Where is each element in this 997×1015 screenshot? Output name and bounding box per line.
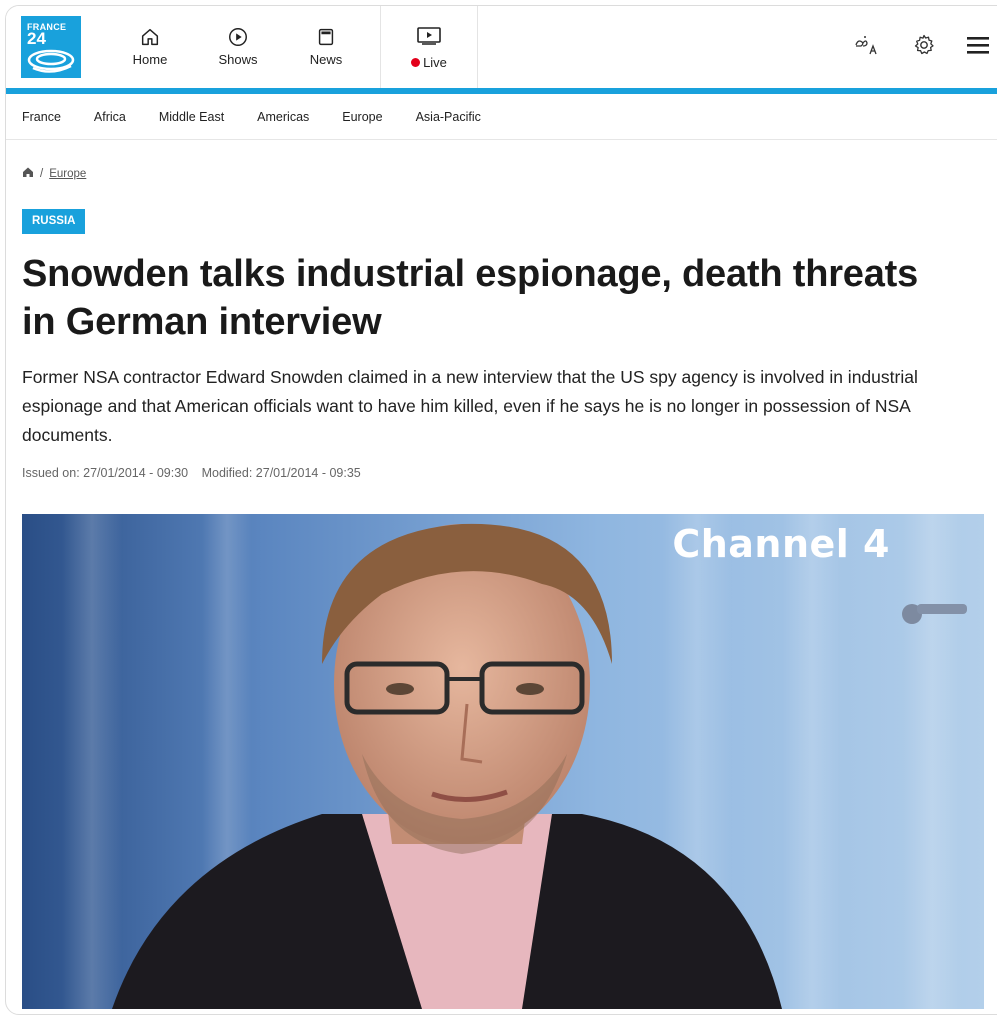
site-header: FRANCE 24 Home Shows News Live: [6, 6, 997, 88]
hamburger-menu-icon[interactable]: [966, 35, 990, 55]
home-icon[interactable]: [22, 166, 34, 181]
region-nav: France Africa Middle East Americas Europ…: [6, 94, 997, 140]
nav-home-label: Home: [132, 52, 168, 67]
breadcrumb: / Europe: [22, 166, 86, 181]
nav-news[interactable]: News: [282, 6, 370, 88]
article-dates: Issued on: 27/01/2014 - 09:30 Modified: …: [22, 466, 371, 480]
region-link-africa[interactable]: Africa: [94, 110, 126, 124]
region-link-asia-pacific[interactable]: Asia-Pacific: [416, 110, 481, 124]
home-icon: [139, 26, 161, 48]
channel4-watermark: Channel 4: [672, 522, 890, 566]
france24-logo[interactable]: FRANCE 24: [21, 16, 81, 78]
main-nav: Home Shows News: [106, 6, 370, 88]
nav-live-label: Live: [423, 55, 447, 70]
article-photo: Channel 4: [22, 514, 984, 1009]
nav-shows-label: Shows: [218, 52, 258, 67]
gear-icon[interactable]: [912, 33, 936, 57]
play-circle-icon: [227, 26, 249, 48]
region-link-americas[interactable]: Americas: [257, 110, 309, 124]
header-tools: [822, 33, 990, 57]
region-link-france[interactable]: France: [22, 110, 61, 124]
article-headline: Snowden talks industrial espionage, deat…: [22, 253, 919, 343]
photo-illustration: [22, 514, 984, 1009]
logo-swirl-icon: [27, 49, 75, 73]
nav-shows[interactable]: Shows: [194, 6, 282, 88]
nav-news-label: News: [309, 52, 343, 67]
modified-date: Modified: 27/01/2014 - 09:35: [201, 466, 361, 480]
article-lead: Former NSA contractor Edward Snowden cla…: [22, 367, 918, 445]
newspaper-icon: [315, 26, 337, 48]
language-icon[interactable]: [852, 33, 882, 57]
breadcrumb-separator: /: [40, 167, 44, 180]
browser-page: FRANCE 24 Home Shows News Live France Af…: [5, 5, 997, 1015]
nav-live[interactable]: Live: [380, 6, 478, 88]
nav-home[interactable]: Home: [106, 6, 194, 88]
category-tag[interactable]: RUSSIA: [22, 209, 86, 234]
breadcrumb-link-europe[interactable]: Europe: [49, 168, 86, 180]
issued-date: Issued on: 27/01/2014 - 09:30: [22, 466, 189, 480]
region-link-europe[interactable]: Europe: [342, 110, 382, 124]
live-indicator-dot: [411, 58, 421, 67]
live-tv-icon: [416, 26, 442, 51]
region-link-middle-east[interactable]: Middle East: [159, 110, 224, 124]
